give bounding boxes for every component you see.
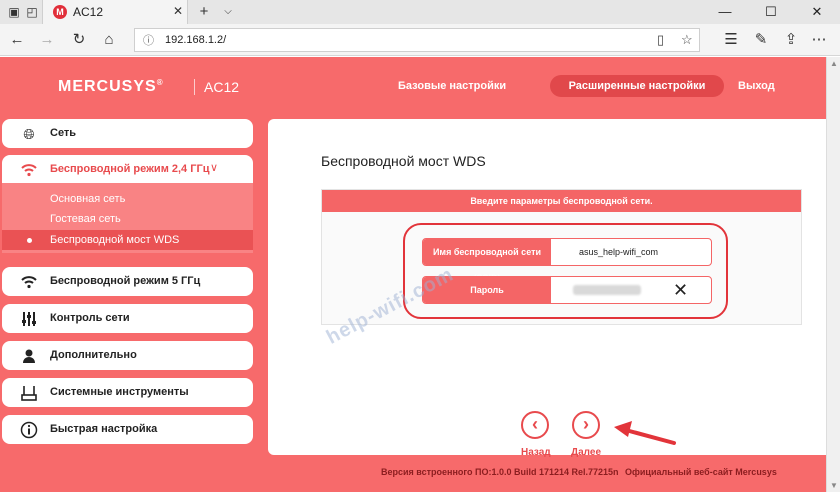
scrollbar[interactable]: ▲ ▼ <box>826 57 840 492</box>
scroll-down-icon[interactable]: ▼ <box>830 481 838 490</box>
wireless-24-submenu: Основная сеть Гостевая сеть Беспроводной… <box>2 183 253 253</box>
sidebar-item-label: Беспроводной режим 5 ГГц <box>50 275 201 287</box>
mercusys-favicon: M <box>53 5 67 19</box>
brand-separator <box>194 79 195 95</box>
sidebar-item-system-tools[interactable]: Системные инструменты <box>2 378 253 407</box>
next-button[interactable]: › <box>572 411 600 439</box>
favorites-hub-icon[interactable]: ☰ <box>722 31 740 49</box>
form-header: Введите параметры беспроводной сети. <box>322 190 801 212</box>
clear-icon[interactable]: ✕ <box>673 280 688 300</box>
maximize-button[interactable]: ☐ <box>748 0 794 24</box>
sidebar-item-label: Быстрая настройка <box>50 423 158 435</box>
sidebar-item-wireless-5[interactable]: Беспроводной режим 5 ГГц <box>2 267 253 296</box>
ssid-value[interactable]: asus_help-wifi_com <box>579 247 658 257</box>
pen-icon[interactable]: ✎ <box>752 31 770 49</box>
chevron-down-icon[interactable]: ⌵ <box>220 4 236 20</box>
sidebar-item-label: Системные инструменты <box>50 386 189 398</box>
user-icon <box>20 347 38 365</box>
router-page: MERCUSYS® AC12 Базовые настройки Расшире… <box>0 57 826 492</box>
more-icon[interactable]: ⋯ <box>810 31 828 49</box>
sidebar-item-wireless-24[interactable]: Беспроводной режим 2,4 ГГц ∨ <box>2 155 253 184</box>
wifi-icon <box>20 273 38 291</box>
firmware-version: Версия встроенного ПО:1.0.0 Build 171214… <box>381 467 619 477</box>
sidebar-item-label: Дополнительно <box>50 349 137 361</box>
home-icon[interactable]: ⌂ <box>100 31 118 49</box>
next-label[interactable]: Далее <box>571 447 601 458</box>
address-bar[interactable]: ⓘ 192.168.1.2/ ▯ ☆ <box>134 28 700 52</box>
close-window-button[interactable]: ✕ <box>794 0 840 24</box>
submenu-item-wds-bridge[interactable]: Беспроводной мост WDS <box>2 230 253 250</box>
submenu-item-guest-network[interactable]: Гостевая сеть <box>2 209 253 229</box>
sliders-icon <box>20 310 38 328</box>
browser-tab-bar: ▣ ◰ M AC12 ✕ + ⌵ — ☐ ✕ <box>0 0 840 24</box>
chevron-down-icon[interactable]: ∨ <box>210 161 218 174</box>
share-icon[interactable]: ⇪ <box>782 31 800 49</box>
annotation-arrow-icon <box>614 421 676 445</box>
sidebar-item-label: Беспроводной режим 2,4 ГГц <box>50 163 210 175</box>
model-name: AC12 <box>204 79 240 95</box>
back-label[interactable]: Назад <box>521 447 551 458</box>
tab-title: AC12 <box>73 5 104 19</box>
browser-tab[interactable]: M AC12 ✕ <box>42 0 188 24</box>
nav-logout[interactable]: Выход <box>738 80 775 92</box>
back-button[interactable]: ‹ <box>521 411 549 439</box>
sidebar-item-label: Контроль сети <box>50 312 130 324</box>
sidebar-item-quick-setup[interactable]: Быстрая настройка <box>2 415 253 444</box>
plus-icon[interactable]: + <box>196 4 212 20</box>
official-site-link[interactable]: Официальный веб-сайт Mercusys <box>625 467 777 477</box>
arrow-right-icon[interactable]: → <box>38 31 56 49</box>
active-dot <box>27 238 32 243</box>
scroll-up-icon[interactable]: ▲ <box>830 59 838 68</box>
refresh-icon[interactable]: ↻ <box>70 31 88 49</box>
brand-logo: MERCUSYS® <box>58 78 164 95</box>
page-title: Беспроводной мост WDS <box>321 153 486 169</box>
back-tabs-icon[interactable]: ◰ <box>24 4 40 20</box>
main-content: Беспроводной мост WDS Введите параметры … <box>268 119 826 458</box>
ssid-field[interactable]: Имя беспроводной сети (SSID) asus_help-w… <box>422 238 712 283</box>
close-tab-icon[interactable]: ✕ <box>173 4 183 18</box>
sidebar-item-label: Сеть <box>50 127 77 139</box>
reading-view-icon[interactable]: ▯ <box>657 32 664 48</box>
wifi-icon <box>20 161 38 179</box>
password-masked-value[interactable] <box>573 285 641 295</box>
router-icon <box>20 384 38 402</box>
sidebar-item-network[interactable]: 🌐︎ Сеть <box>2 119 253 148</box>
browser-nav-bar: ← → ↻ ⌂ ⓘ 192.168.1.2/ ▯ ☆ ☰ ✎ ⇪ ⋯ <box>0 24 840 56</box>
submenu-item-main-network[interactable]: Основная сеть <box>2 189 253 209</box>
globe-icon: 🌐︎ <box>23 126 35 142</box>
star-icon[interactable]: ☆ <box>681 32 693 48</box>
info-icon[interactable]: ⓘ <box>143 32 154 48</box>
nav-basic-settings[interactable]: Базовые настройки <box>398 80 506 92</box>
arrow-left-icon[interactable]: ← <box>8 31 26 49</box>
sidebar-item-advanced[interactable]: Дополнительно <box>2 341 253 370</box>
nav-advanced-settings[interactable]: Расширенные настройки <box>550 75 724 97</box>
sidebar-item-network-control[interactable]: Контроль сети <box>2 304 253 333</box>
password-field[interactable]: Пароль ✕ <box>422 276 712 304</box>
url-text[interactable]: 192.168.1.2/ <box>165 34 226 46</box>
info-icon <box>20 421 38 439</box>
tab-overview-icon[interactable]: ▣ <box>6 4 22 20</box>
minimize-button[interactable]: — <box>702 0 748 24</box>
ssid-label: Имя беспроводной сети (SSID) <box>423 239 551 283</box>
